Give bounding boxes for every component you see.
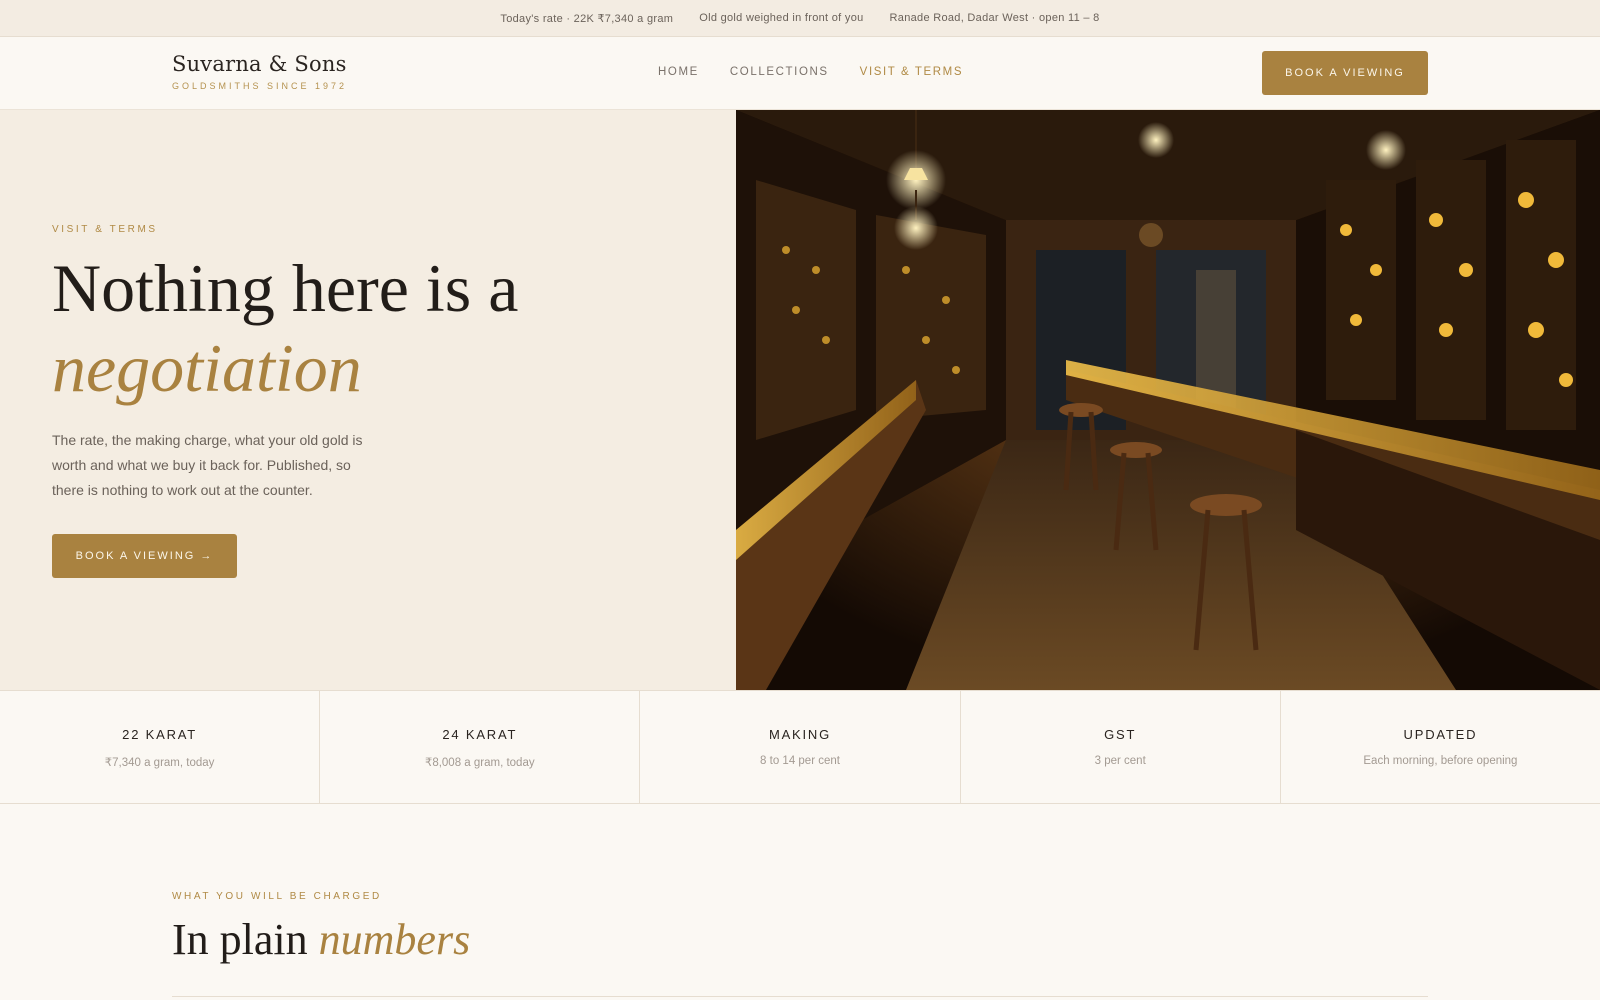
- stat-22-karat: 22 KARAT ₹7,340 a gram, today: [0, 691, 321, 803]
- announcement-bar: Today's rate · 22K ₹7,340 a gram Old gol…: [0, 0, 1600, 37]
- brand-tagline: GOLDSMITHS SINCE 1972: [172, 81, 348, 91]
- stat-gst: GST 3 per cent: [961, 691, 1281, 803]
- brand-logo[interactable]: Suvarna & Sons GOLDSMITHS SINCE 1972: [172, 52, 347, 91]
- stat-value: 8 to 14 per cent: [760, 755, 840, 767]
- hero-title: Nothing here is a negotiation: [52, 248, 712, 408]
- site-header: Suvarna & Sons GOLDSMITHS SINCE 1972 HOM…: [0, 37, 1600, 110]
- shop-interior-illustration: [736, 110, 1600, 690]
- hero-title-accent: negotiation: [52, 330, 362, 406]
- charges-title: In plain numbers: [172, 912, 470, 968]
- charges-title-plain: In plain: [172, 915, 308, 964]
- stat-value: 3 per cent: [1094, 755, 1146, 767]
- pricing-stats-strip: 22 KARAT ₹7,340 a gram, today 24 KARAT ₹…: [0, 690, 1600, 804]
- hero-book-viewing-button[interactable]: BOOK A VIEWING →: [52, 534, 237, 578]
- stat-value: ₹8,008 a gram, today: [425, 757, 535, 769]
- topbar-weigh-note: Old gold weighed in front of you: [699, 12, 864, 24]
- shop-interior-photo: [736, 110, 1600, 690]
- hero-description: The rate, the making charge, what your o…: [52, 432, 363, 498]
- stat-making: MAKING 8 to 14 per cent: [640, 691, 961, 803]
- stat-updated: UPDATED Each morning, before opening: [1281, 691, 1600, 803]
- stat-24-karat: 24 KARAT ₹8,008 a gram, today: [320, 691, 641, 803]
- hero-section: VISIT & TERMS Nothing here is a negotiat…: [0, 110, 736, 690]
- charges-eyebrow: WHAT YOU WILL BE CHARGED: [172, 891, 382, 902]
- nav-item-collections[interactable]: COLLECTIONS: [730, 66, 829, 78]
- stat-label: GST: [1104, 727, 1137, 742]
- topbar-address: Ranade Road, Dadar West · open 11 – 8: [889, 12, 1100, 24]
- stat-value: Each morning, before opening: [1363, 755, 1518, 767]
- stat-label: MAKING: [768, 727, 832, 742]
- book-viewing-button[interactable]: BOOK A VIEWING: [1262, 51, 1428, 95]
- stat-label: 24 KARAT: [442, 727, 518, 742]
- hero-title-line: Nothing here is a: [52, 250, 519, 326]
- stat-value: ₹7,340 a gram, today: [104, 757, 215, 769]
- charges-title-accent: numbers: [318, 915, 471, 964]
- main-nav: HOME COLLECTIONS VISIT & TERMS: [658, 66, 994, 78]
- brand-name: Suvarna & Sons: [172, 52, 347, 76]
- section-divider: [172, 996, 1428, 997]
- stat-label: UPDATED: [1403, 727, 1478, 742]
- stat-label: 22 KARAT: [122, 727, 198, 742]
- nav-item-visit-terms[interactable]: VISIT & TERMS: [860, 66, 963, 78]
- topbar-rate: Today's rate · 22K ₹7,340 a gram: [500, 12, 674, 25]
- hero-eyebrow: VISIT & TERMS: [52, 224, 158, 235]
- nav-item-home[interactable]: HOME: [658, 66, 699, 78]
